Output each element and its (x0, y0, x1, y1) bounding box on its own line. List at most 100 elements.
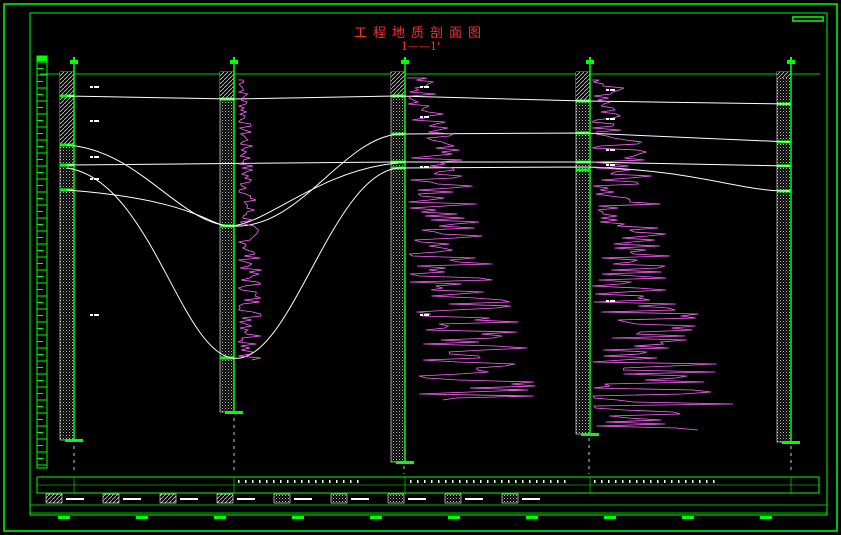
table-tick (459, 480, 461, 483)
table-tick (557, 480, 559, 483)
table-tick (473, 480, 475, 483)
borehole-4-bottom (581, 433, 599, 436)
legend-label-mark (408, 498, 426, 500)
table-tick (322, 480, 324, 483)
elevation-scale (36, 55, 48, 469)
borehole-1-collar-stem (73, 57, 75, 61)
label-mark (606, 149, 609, 151)
table-tick (252, 480, 254, 483)
label-mark (420, 86, 423, 88)
footer-mark (370, 516, 382, 519)
label-mark (420, 116, 423, 118)
table-tick (699, 480, 701, 483)
table-tick (445, 480, 447, 483)
footer-mark (526, 516, 538, 519)
stratum-boundary-4 (66, 161, 791, 167)
footer-mark (448, 516, 460, 519)
table-tick (657, 480, 659, 483)
table-tick (438, 480, 440, 483)
table-tick (671, 480, 673, 483)
table-tick (706, 480, 708, 483)
legend-swatch (387, 493, 405, 504)
table-tick (664, 480, 666, 483)
table-tick (650, 480, 652, 483)
table-tick (431, 480, 433, 483)
table-tick (629, 480, 631, 483)
table-tick (508, 480, 510, 483)
layer-tick (576, 168, 590, 172)
borehole-4-fill-layer (576, 72, 590, 101)
footer-mark (682, 516, 694, 519)
borehole-3-collar-stem (404, 57, 406, 61)
table-tick (410, 480, 412, 483)
table-tick (287, 480, 289, 483)
table-tick (529, 480, 531, 483)
legend-swatch (444, 493, 462, 504)
table-tick (692, 480, 694, 483)
label-mark (420, 166, 423, 168)
table-tick (266, 480, 268, 483)
table-tick (685, 480, 687, 483)
borehole-5-bottom (782, 441, 800, 444)
label-mark (424, 86, 429, 88)
legend-label-mark (123, 498, 141, 500)
table-tick (501, 480, 503, 483)
borehole-4-column (575, 71, 591, 435)
table-tick (515, 480, 517, 483)
log-curve-2 (407, 77, 536, 401)
table-tick (543, 480, 545, 483)
table-tick (294, 480, 296, 483)
borehole-1-fill-layer (60, 72, 74, 145)
table-tick (343, 480, 345, 483)
table-tick (564, 480, 566, 483)
section-label: 1——1' (400, 40, 441, 53)
label-mark (606, 118, 609, 120)
borehole-5-collar-stem (790, 57, 792, 61)
table-tick (280, 480, 282, 483)
legend-label-mark (465, 498, 483, 500)
legend-swatch (159, 493, 177, 504)
table-tick (308, 480, 310, 483)
section-data-table (30, 476, 827, 519)
legend-swatch (216, 493, 234, 504)
label-mark (94, 156, 99, 158)
borehole-2-column (219, 71, 235, 413)
table-tick (615, 480, 617, 483)
label-mark (94, 178, 99, 180)
label-mark (424, 116, 429, 118)
footer-mark (292, 516, 304, 519)
table-tick (350, 480, 352, 483)
table-tick (522, 480, 524, 483)
label-mark (90, 86, 93, 88)
column-extensions (73, 418, 792, 474)
scale-top (37, 56, 47, 61)
table-tick (301, 480, 303, 483)
legend-swatch (330, 493, 348, 504)
table-tick (643, 480, 645, 483)
footer-mark (760, 516, 772, 519)
legend-label-mark (237, 498, 255, 500)
borehole-3-bottom (396, 461, 414, 464)
footer-mark (136, 516, 148, 519)
label-mark (610, 164, 615, 166)
table-tick (273, 480, 275, 483)
legend (45, 493, 540, 504)
borehole-2-collar-stem (233, 57, 235, 61)
borehole-4-collar-stem (589, 57, 591, 61)
footer-mark (58, 516, 70, 519)
legend-label-mark (66, 498, 84, 500)
borehole-1-bottom (65, 439, 83, 442)
table-tick (678, 480, 680, 483)
label-mark (424, 314, 429, 316)
label-mark (606, 89, 609, 91)
table-tick (494, 480, 496, 483)
borehole-5-column (776, 71, 792, 443)
table-tick (315, 480, 317, 483)
log-curve-1 (237, 79, 262, 361)
label-mark (90, 314, 93, 316)
label-mark (610, 118, 615, 120)
label-mark (94, 120, 99, 122)
borehole-3-fill-layer (391, 72, 405, 98)
table-tick (357, 480, 359, 483)
table-tick (466, 480, 468, 483)
